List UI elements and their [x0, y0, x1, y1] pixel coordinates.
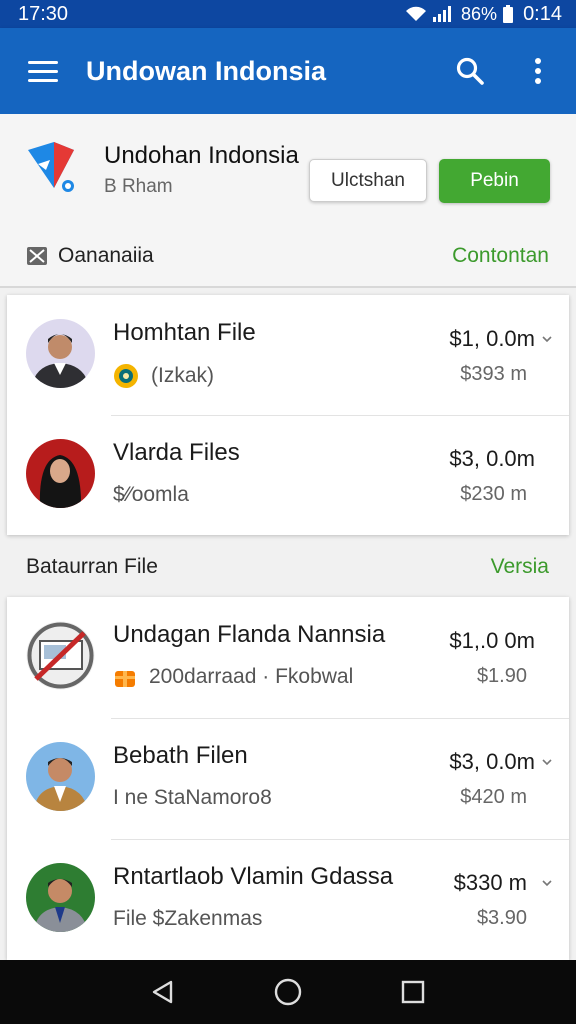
item-price: $330 m [453, 870, 527, 895]
list-item[interactable]: Vlarda Files $⁄⁄oomla $3, 0.0m $230 m [7, 415, 569, 535]
app-logo-icon [28, 142, 74, 192]
avatar [26, 742, 95, 811]
item-price-sub: $230 m [460, 483, 527, 505]
list-item[interactable]: Rntartlaob Vlamin Gdassa File $Zakenmas … [7, 839, 569, 960]
item-title: Bebath Filen [113, 742, 248, 769]
item-price-sub: $1.90 [476, 665, 527, 687]
avatar [26, 439, 95, 508]
item-price-sub: $3.90 [476, 907, 527, 929]
status-bar: 17:30 86% 0:14 [0, 0, 576, 28]
item-price-sub: $420 m [460, 786, 527, 808]
item-subtitle: 200darraad · Fkobwal [149, 665, 354, 688]
item-title: Vlarda Files [113, 439, 240, 466]
battery-icon [503, 5, 514, 23]
home-icon[interactable] [258, 967, 318, 1017]
profile-name: Undohan Indonsia [104, 142, 299, 169]
section-header-2: Bataurran File Versia [0, 547, 576, 587]
status-clock: 0:14 [523, 2, 562, 25]
item-price: $3, 0.0m [449, 446, 535, 471]
signal-icon [433, 6, 452, 22]
image-icon [27, 247, 47, 265]
globe-icon [114, 364, 138, 388]
status-time: 17:30 [18, 2, 69, 25]
list-item[interactable]: Homhtan File (Izkak) $1, 0.0m $393 m [7, 295, 569, 415]
primary-button[interactable]: Pebin [439, 159, 550, 203]
menu-icon[interactable] [20, 48, 66, 94]
status-icons: 86% 0:14 [405, 3, 562, 26]
list-item[interactable]: Undagan Flanda Nannsia 200darraad · Fkob… [7, 597, 569, 718]
item-subtitle: I ne StaNamoro8 [113, 786, 272, 809]
avatar [26, 319, 95, 388]
item-title: Undagan Flanda Nannsia [113, 621, 386, 648]
file-list-card: Undagan Flanda Nannsia 200darraad · Fkob… [7, 597, 569, 960]
app-title: Undowan Indonsia [86, 55, 326, 86]
item-price: $3, 0.0m [449, 749, 535, 774]
file-list-card: Homhtan File (Izkak) $1, 0.0m $393 m Vla… [7, 295, 569, 535]
item-price-sub: $393 m [460, 363, 527, 385]
search-icon[interactable] [448, 49, 492, 93]
back-icon[interactable] [133, 967, 193, 1017]
item-title: Rntartlaob Vlamin Gdassa [113, 863, 394, 890]
section-action-link[interactable]: Contontan [452, 244, 549, 268]
chevron-down-icon[interactable] [541, 333, 553, 345]
avatar [26, 621, 95, 690]
app-bar: Undowan Indonsia [0, 28, 576, 114]
divider [0, 286, 576, 288]
section-title: Bataurran File [26, 555, 158, 578]
section-action-link[interactable]: Versia [491, 555, 549, 579]
section-title: Oananaiia [58, 244, 154, 267]
item-subtitle: (Izkak) [151, 364, 214, 387]
item-subtitle: File $Zakenmas [113, 907, 263, 930]
system-nav-bar [0, 960, 576, 1024]
battery-level: 86% [461, 3, 498, 24]
section-header-1: Oananaiia Contontan [0, 236, 576, 276]
item-price: $1,.0 0m [449, 628, 535, 653]
item-title: Homhtan File [113, 319, 256, 346]
wifi-icon [406, 6, 427, 21]
chevron-down-icon[interactable] [541, 756, 553, 768]
item-price: $1, 0.0m [449, 326, 535, 351]
profile-subtitle: B Rham [104, 176, 173, 197]
gift-icon [115, 671, 135, 687]
secondary-button[interactable]: Ulctshan [309, 159, 427, 202]
item-subtitle: $⁄⁄oomla [113, 483, 189, 506]
chevron-down-icon[interactable] [541, 877, 553, 889]
more-vert-icon[interactable] [516, 49, 560, 93]
list-item[interactable]: Bebath Filen I ne StaNamoro8 $3, 0.0m $4… [7, 718, 569, 839]
recents-icon[interactable] [383, 967, 443, 1017]
avatar [26, 863, 95, 932]
